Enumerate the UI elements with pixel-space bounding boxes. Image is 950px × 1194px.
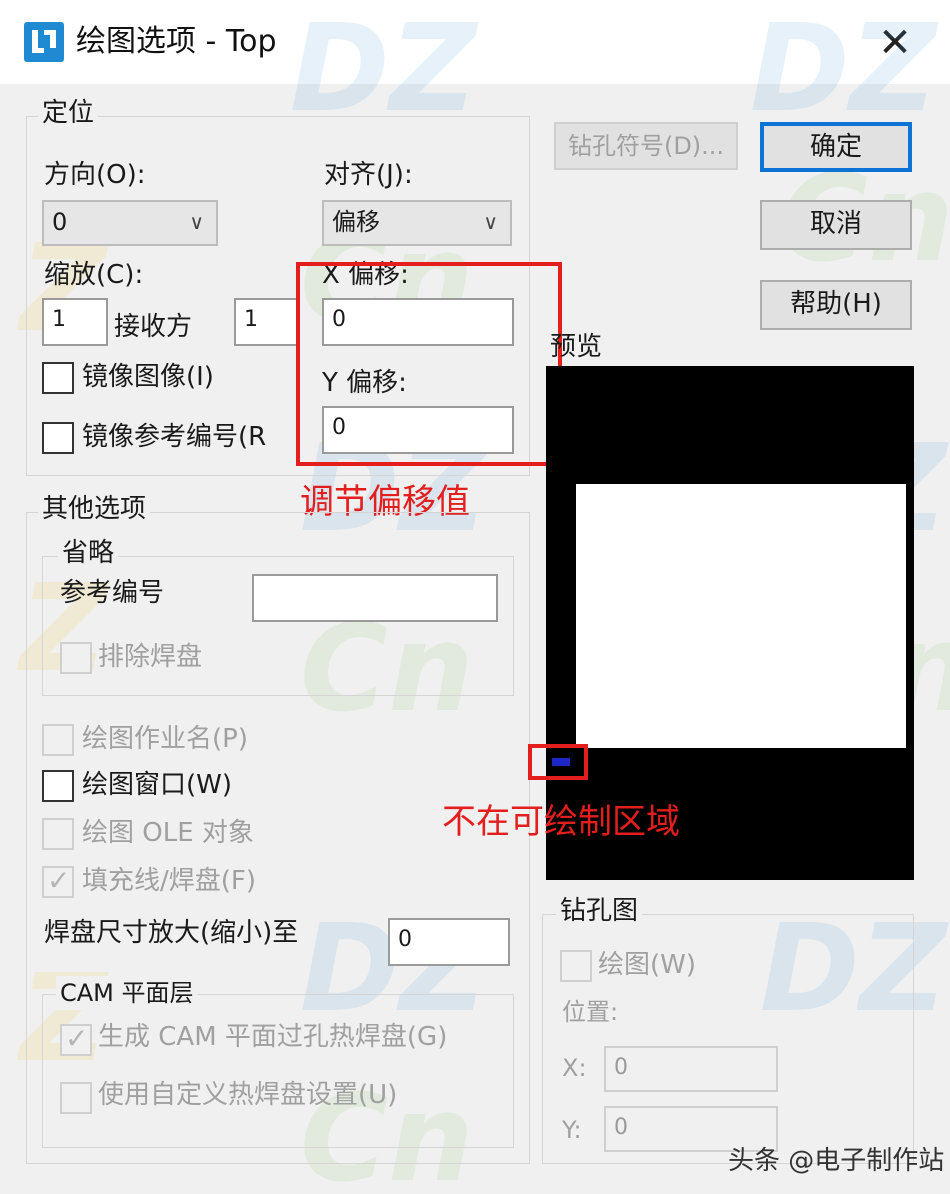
preview-label: 预览: [550, 332, 603, 362]
chevron-down-icon: ∨: [483, 210, 498, 234]
mirror-ref-label: 镜像参考编号(R: [82, 422, 267, 452]
drill-symbol-button[interactable]: 钻孔符号(D)...: [554, 122, 738, 170]
align-select[interactable]: 偏移 ∨: [322, 200, 512, 246]
scale-x-input[interactable]: 1: [42, 298, 108, 346]
mirror-image-label: 镜像图像(I): [82, 362, 214, 392]
pad-scale-label: 焊盘尺寸放大(缩小)至: [44, 918, 299, 948]
chevron-down-icon: ∨: [189, 210, 204, 234]
pad-scale-input[interactable]: 0: [388, 918, 510, 966]
gen-thermals-checkbox[interactable]: ✓: [60, 1022, 92, 1056]
preview-sheet: [576, 484, 906, 748]
plot-ole-label: 绘图 OLE 对象: [82, 818, 254, 848]
drill-x-input[interactable]: 0: [604, 1046, 778, 1092]
close-icon[interactable]: ✕: [872, 20, 918, 66]
out-of-area-annotation: 不在可绘制区域: [442, 802, 680, 842]
ref-number-label: 参考编号: [60, 578, 165, 608]
plot-window-label: 绘图窗口(W): [82, 770, 232, 800]
checkmark-icon: ✓: [65, 1022, 89, 1055]
drill-y-label: Y:: [562, 1116, 582, 1144]
positioning-legend: 定位: [38, 96, 99, 130]
direction-label: 方向(O):: [44, 160, 146, 190]
out-of-area-highlight-box: [528, 744, 588, 780]
custom-thermals-checkbox[interactable]: [60, 1082, 92, 1114]
footer-credit: 头条 @电子制作站: [728, 1146, 945, 1176]
plot-job-name-label: 绘图作业名(P): [82, 724, 248, 754]
align-value: 偏移: [332, 208, 380, 236]
ok-button[interactable]: 确定: [760, 122, 912, 172]
drill-drawing-legend: 钻孔图: [556, 894, 643, 928]
drill-position-label: 位置:: [562, 998, 619, 1026]
scale-y-input[interactable]: 1: [234, 298, 300, 346]
offset-highlight-box: [296, 262, 562, 466]
fill-lines-label: 填充线/焊盘(F): [82, 866, 257, 896]
cam-plane-group: [42, 994, 514, 1148]
ref-number-input[interactable]: [252, 574, 498, 622]
drill-plot-checkbox[interactable]: [560, 950, 592, 982]
custom-thermals-label: 使用自定义热焊盘设置(U): [98, 1080, 398, 1110]
window-title: 绘图选项 - Top: [76, 24, 277, 59]
cam-plane-legend: CAM 平面层: [56, 976, 198, 1010]
checkmark-icon: ✓: [47, 864, 71, 897]
receive-label: 接收方: [114, 312, 193, 342]
drill-plot-label: 绘图(W): [598, 950, 696, 980]
plot-job-name-checkbox[interactable]: [42, 724, 74, 756]
align-label: 对齐(J):: [324, 160, 413, 190]
drill-x-label: X:: [562, 1054, 587, 1082]
gen-thermals-label: 生成 CAM 平面过孔热焊盘(G): [98, 1022, 448, 1052]
mirror-image-checkbox[interactable]: [42, 362, 74, 394]
exclude-pads-checkbox[interactable]: [60, 642, 92, 674]
plot-window-checkbox[interactable]: [42, 770, 74, 802]
mirror-ref-checkbox[interactable]: [42, 422, 74, 454]
direction-value: 0: [52, 208, 68, 236]
fill-lines-checkbox[interactable]: ✓: [42, 864, 74, 898]
cancel-button[interactable]: 取消: [760, 200, 912, 250]
omit-legend: 省略: [58, 536, 119, 570]
scale-label: 缩放(C):: [44, 260, 144, 290]
plot-ole-checkbox[interactable]: [42, 818, 74, 850]
other-options-legend: 其他选项: [38, 492, 151, 526]
exclude-pads-label: 排除焊盘: [98, 642, 203, 672]
help-button[interactable]: 帮助(H): [760, 280, 912, 330]
direction-select[interactable]: 0 ∨: [42, 200, 218, 246]
app-icon: [24, 22, 64, 62]
